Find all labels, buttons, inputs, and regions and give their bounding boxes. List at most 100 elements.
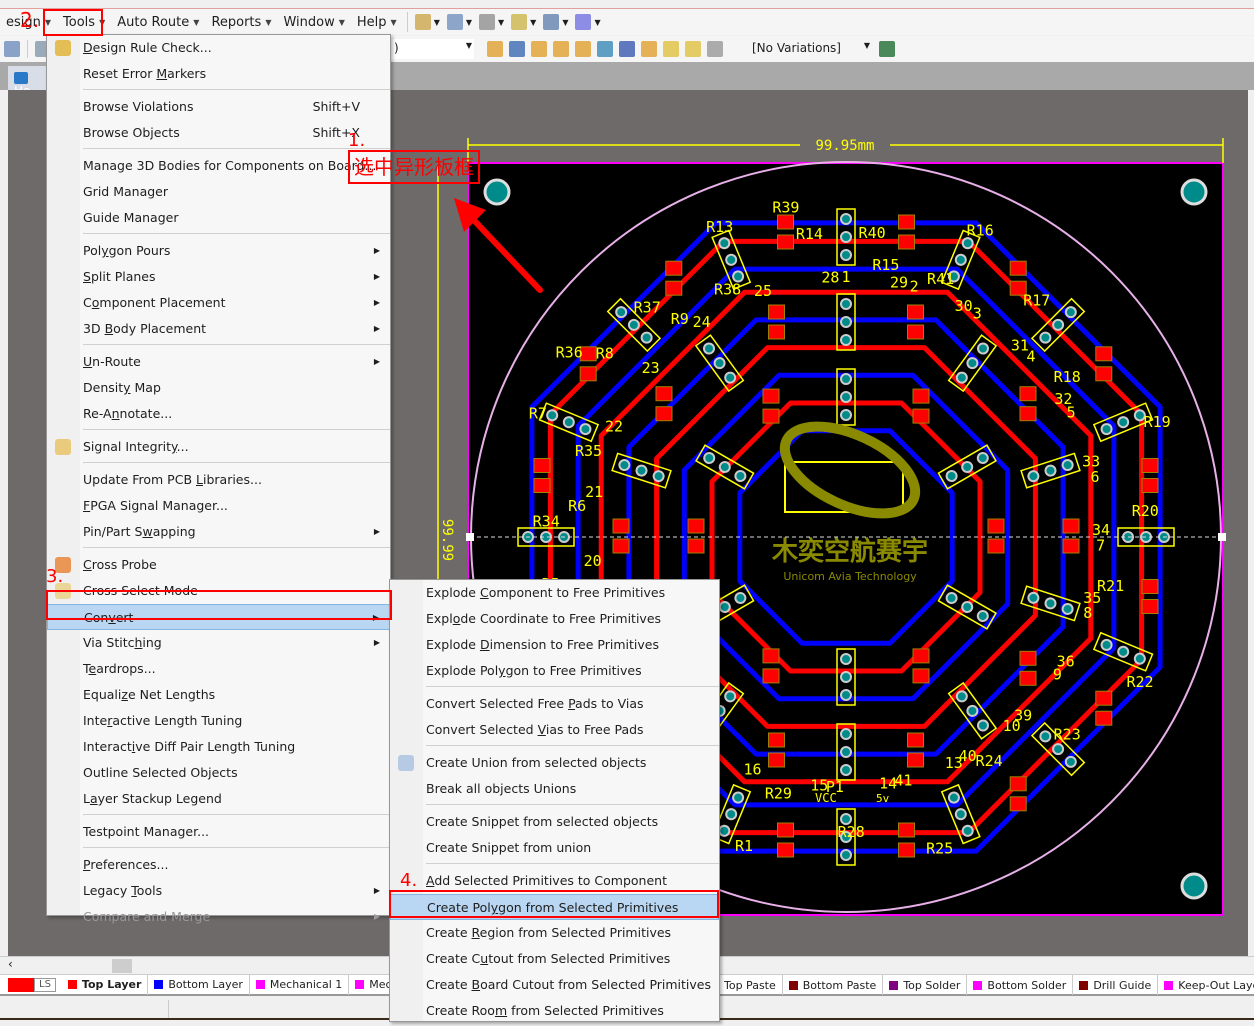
layer-combo[interactable]: ) ▼ <box>390 39 474 59</box>
menu-item-browse-violations[interactable]: Browse Violations Shift+V <box>47 94 390 120</box>
component-label: R37 <box>634 298 661 316</box>
menu-help[interactable]: Help ▼ <box>351 11 403 33</box>
component-label: R6 <box>568 497 586 515</box>
menu-item-guide-manager[interactable]: Guide Manager <box>47 205 390 231</box>
menu-item-design-rule-check[interactable]: Design Rule Check... <box>47 35 390 61</box>
layer-tab-bottom-solder[interactable]: Bottom Solder <box>967 975 1074 995</box>
polygon-icon[interactable] <box>685 41 701 57</box>
filter-icon[interactable] <box>4 41 20 57</box>
layer-stack-icon[interactable] <box>511 14 528 30</box>
menu-item-3d-body-placement[interactable]: 3D Body Placement ▶ <box>47 316 390 342</box>
layer-tab-top-solder[interactable]: Top Solder <box>883 975 968 995</box>
menu-item-interactive-length-tuning[interactable]: Interactive Length Tuning <box>47 708 390 734</box>
layer-tab-bottom-paste[interactable]: Bottom Paste <box>783 975 884 995</box>
chevron-down-icon[interactable]: ▼ <box>466 18 472 27</box>
menu-item-convert[interactable]: Convert ▶ <box>47 604 390 630</box>
menu-item-re-annotate[interactable]: Re-Annotate... <box>47 401 390 427</box>
menu-auto-route[interactable]: Auto Route ▼ <box>111 11 205 33</box>
menu-item-preferences[interactable]: Preferences... <box>47 852 390 878</box>
menu-item-grid-manager[interactable]: Grid Manager <box>47 179 390 205</box>
menu-label: Help <box>356 14 387 30</box>
menu-item-create-cutout-from-selected-primitives[interactable]: Create Cutout from Selected Primitives <box>390 946 719 972</box>
chevron-down-icon[interactable]: ▼ <box>498 18 504 27</box>
menu-item-via-stitching[interactable]: Via Stitching ▶ <box>47 630 390 656</box>
menu-item-signal-integrity[interactable]: Signal Integrity... <box>47 434 390 460</box>
menu-item-add-selected-primitives-to-component[interactable]: Add Selected Primitives to Component <box>390 868 719 894</box>
menu-item-un-route[interactable]: Un-Route ▶ <box>47 349 390 375</box>
menu-item-create-snippet-from-selected-objects[interactable]: Create Snippet from selected objects <box>390 809 719 835</box>
pad-icon[interactable] <box>575 41 591 57</box>
layer-tab-mechanical-1[interactable]: Mechanical 1 <box>250 974 350 995</box>
find-icon[interactable] <box>479 14 495 30</box>
menu-item-component-placement[interactable]: Component Placement ▶ <box>47 290 390 316</box>
component-icon[interactable] <box>707 41 723 57</box>
chevron-down-icon[interactable]: ▼ <box>594 18 600 27</box>
chevron-down-icon[interactable]: ▼ <box>434 18 440 27</box>
smd-pad <box>762 648 780 664</box>
room-icon[interactable] <box>543 14 560 30</box>
diff-pair-icon[interactable] <box>509 41 525 57</box>
route-icon[interactable] <box>487 41 503 57</box>
menu-item-create-board-cutout-from-selected-primitives[interactable]: Create Board Cutout from Selected Primit… <box>390 972 719 998</box>
layer-set-indicator[interactable]: LS <box>8 977 56 992</box>
scroll-left-icon[interactable]: ‹ <box>8 957 13 971</box>
layer-tab-bottom-layer[interactable]: Bottom Layer <box>148 974 250 995</box>
menu-item-manage-3d-bodies-for-components-on-board[interactable]: Manage 3D Bodies for Components on Board… <box>47 153 390 179</box>
menu-item-label: Via Stitching <box>83 635 162 650</box>
layer-tab-drill-guide[interactable]: Drill Guide <box>1073 975 1159 995</box>
via-icon[interactable] <box>553 41 569 57</box>
pad <box>840 746 852 758</box>
scrollbar-thumb[interactable] <box>112 959 132 973</box>
menu-item-explode-component-to-free-primitives[interactable]: Explode Component to Free Primitives <box>390 580 719 606</box>
menu-item-create-union-from-selected-objects[interactable]: Create Union from selected objects <box>390 750 719 776</box>
menu-item-label: Add Selected Primitives to Component <box>426 873 667 888</box>
menu-item-legacy-tools[interactable]: Legacy Tools ▶ <box>47 878 390 904</box>
menu-item-polygon-pours[interactable]: Polygon Pours ▶ <box>47 238 390 264</box>
layer-tab-top-layer[interactable]: Top Layer <box>62 974 149 995</box>
text-icon[interactable] <box>619 41 635 57</box>
chevron-down-icon[interactable]: ▼ <box>562 18 568 27</box>
align-icon[interactable] <box>446 14 463 30</box>
menu-item-pin-part-swapping[interactable]: Pin/Part Swapping ▶ <box>47 519 390 545</box>
menu-item-convert-selected-vias-to-free-pads[interactable]: Convert Selected Vias to Free Pads <box>390 717 719 743</box>
menu-item-explode-coordinate-to-free-primitives[interactable]: Explode Coordinate to Free Primitives <box>390 606 719 632</box>
menu-item-break-all-objects-unions[interactable]: Break all objects Unions <box>390 776 719 802</box>
menu-item-split-planes[interactable]: Split Planes ▶ <box>47 264 390 290</box>
menu-item-testpoint-manager[interactable]: Testpoint Manager... <box>47 819 390 845</box>
layer-tab-keep-out-layer[interactable]: Keep-Out Layer <box>1158 975 1254 995</box>
menu-item-cross-probe[interactable]: Cross Probe <box>47 552 390 578</box>
document-tab[interactable]: Ho <box>8 66 48 98</box>
grid-icon[interactable] <box>575 14 592 30</box>
menu-item-convert-selected-free-pads-to-vias[interactable]: Convert Selected Free Pads to Vias <box>390 691 719 717</box>
pad <box>840 409 852 421</box>
menu-item-teardrops[interactable]: Teardrops... <box>47 656 390 682</box>
menu-item-layer-stackup-legend[interactable]: Layer Stackup Legend <box>47 786 390 812</box>
menu-item-explode-dimension-to-free-primitives[interactable]: Explode Dimension to Free Primitives <box>390 632 719 658</box>
menu-item-outline-selected-objects[interactable]: Outline Selected Objects <box>47 760 390 786</box>
menu-item-update-from-pcb-libraries[interactable]: Update From PCB Libraries... <box>47 467 390 493</box>
variations-combo[interactable]: [No Variations] ▼ <box>748 39 872 59</box>
fill-icon[interactable] <box>663 41 679 57</box>
arc-icon[interactable] <box>597 41 613 57</box>
menu-item-create-polygon-from-selected-primitives[interactable]: Create Polygon from Selected Primitives <box>390 894 719 920</box>
multi-route-icon[interactable] <box>531 41 547 57</box>
menu-item-reset-error-markers[interactable]: Reset Error Markers <box>47 61 390 87</box>
menu-item-create-region-from-selected-primitives[interactable]: Create Region from Selected Primitives <box>390 920 719 946</box>
layer-tab-top-paste[interactable]: Top Paste <box>718 975 783 995</box>
menu-item-create-snippet-from-union[interactable]: Create Snippet from union <box>390 835 719 861</box>
menu-item-equalize-net-lengths[interactable]: Equalize Net Lengths <box>47 682 390 708</box>
menu-reports[interactable]: Reports ▼ <box>205 11 277 33</box>
menu-item-create-room-from-selected-primitives[interactable]: Create Room from Selected Primitives <box>390 998 719 1024</box>
menu-item-browse-objects[interactable]: Browse Objects Shift+X <box>47 120 390 146</box>
menu-item-density-map[interactable]: Density Map <box>47 375 390 401</box>
line-icon[interactable] <box>641 41 657 57</box>
menu-item-interactive-diff-pair-length-tuning[interactable]: Interactive Diff Pair Length Tuning <box>47 734 390 760</box>
menu-item-explode-polygon-to-free-primitives[interactable]: Explode Polygon to Free Primitives <box>390 658 719 684</box>
menu-window[interactable]: Window ▼ <box>277 11 350 33</box>
ruler-icon[interactable] <box>414 14 431 30</box>
menu-item-cross-select-mode[interactable]: Cross Select Mode <box>47 578 390 604</box>
pcb-3d-icon[interactable] <box>879 41 895 57</box>
chevron-down-icon[interactable]: ▼ <box>530 18 536 27</box>
menu-item-fpga-signal-manager[interactable]: FPGA Signal Manager... <box>47 493 390 519</box>
menu-tools[interactable]: Tools ▼ <box>57 11 111 33</box>
